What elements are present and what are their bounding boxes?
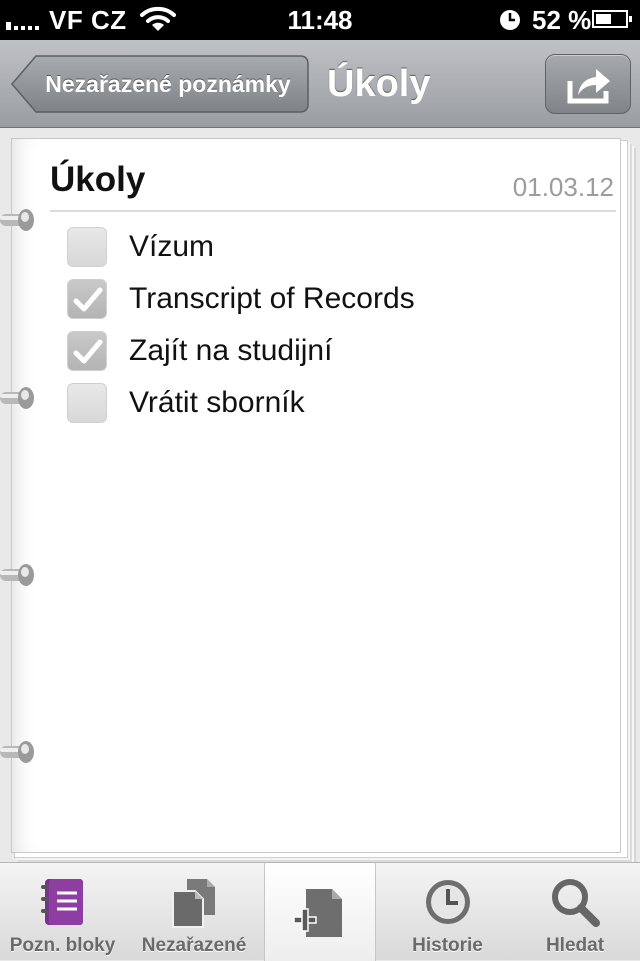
battery-icon (592, 10, 632, 28)
tab-unfiled[interactable]: Nezařazené (125, 863, 263, 961)
tab-bar: Pozn. bloky Nezařazené Historie Hledat (0, 862, 640, 961)
binder-ring-icon (0, 564, 34, 586)
binder-ring-icon (0, 741, 34, 763)
tab-search[interactable]: Hledat (515, 863, 635, 961)
task-text: Vrátit sborník (129, 386, 305, 419)
checkmark-icon (73, 287, 103, 312)
documents-icon (172, 879, 215, 928)
tab-label: Pozn. bloky (9, 935, 116, 956)
title-divider (50, 210, 616, 212)
note-date: 01.03.12 (512, 172, 614, 202)
tab-new-note[interactable] (264, 863, 376, 961)
task-text: Transcript of Records (129, 282, 415, 315)
note-title: Úkoly (50, 160, 146, 199)
task-checkbox[interactable] (67, 383, 107, 423)
back-button-label: Nezařazené poznámky (45, 71, 291, 97)
clock-icon (425, 880, 470, 924)
task-item[interactable]: Transcript of Records (67, 277, 415, 321)
task-item[interactable]: Vrátit sborník (67, 381, 305, 425)
checkmark-icon (73, 339, 103, 364)
tab-history[interactable]: Historie (390, 863, 505, 961)
task-text: Vízum (129, 230, 215, 263)
page-title: Úkoly (327, 63, 431, 105)
task-item[interactable]: Vízum (67, 225, 214, 269)
tab-label: Historie (412, 935, 483, 956)
status-bar: VF CZ 11:48 52 % (0, 0, 640, 40)
navigation-bar: Nezařazené poznámky Úkoly (0, 40, 640, 128)
binder-ring-icon (0, 209, 34, 231)
task-checkbox[interactable] (67, 331, 107, 371)
new-note-icon (293, 889, 342, 937)
share-icon (567, 69, 610, 104)
battery-fill (596, 14, 611, 24)
search-icon (552, 879, 600, 927)
alarm-clock-icon (500, 10, 520, 30)
back-button[interactable]: Nezařazené poznámky (10, 54, 310, 114)
binder-ring-icon (0, 387, 34, 409)
tab-label: Nezařazené (141, 935, 247, 956)
tab-label: Hledat (545, 935, 605, 956)
task-text: Zajít na studijní (129, 334, 333, 367)
battery-percent: 52 % (532, 5, 592, 35)
share-button[interactable] (545, 54, 631, 114)
tab-notebooks[interactable]: Pozn. bloky (0, 863, 125, 961)
task-checkbox[interactable] (67, 227, 107, 267)
task-item[interactable]: Zajít na studijní (67, 329, 332, 373)
task-checkbox[interactable] (67, 279, 107, 319)
notebook-icon (40, 879, 83, 925)
